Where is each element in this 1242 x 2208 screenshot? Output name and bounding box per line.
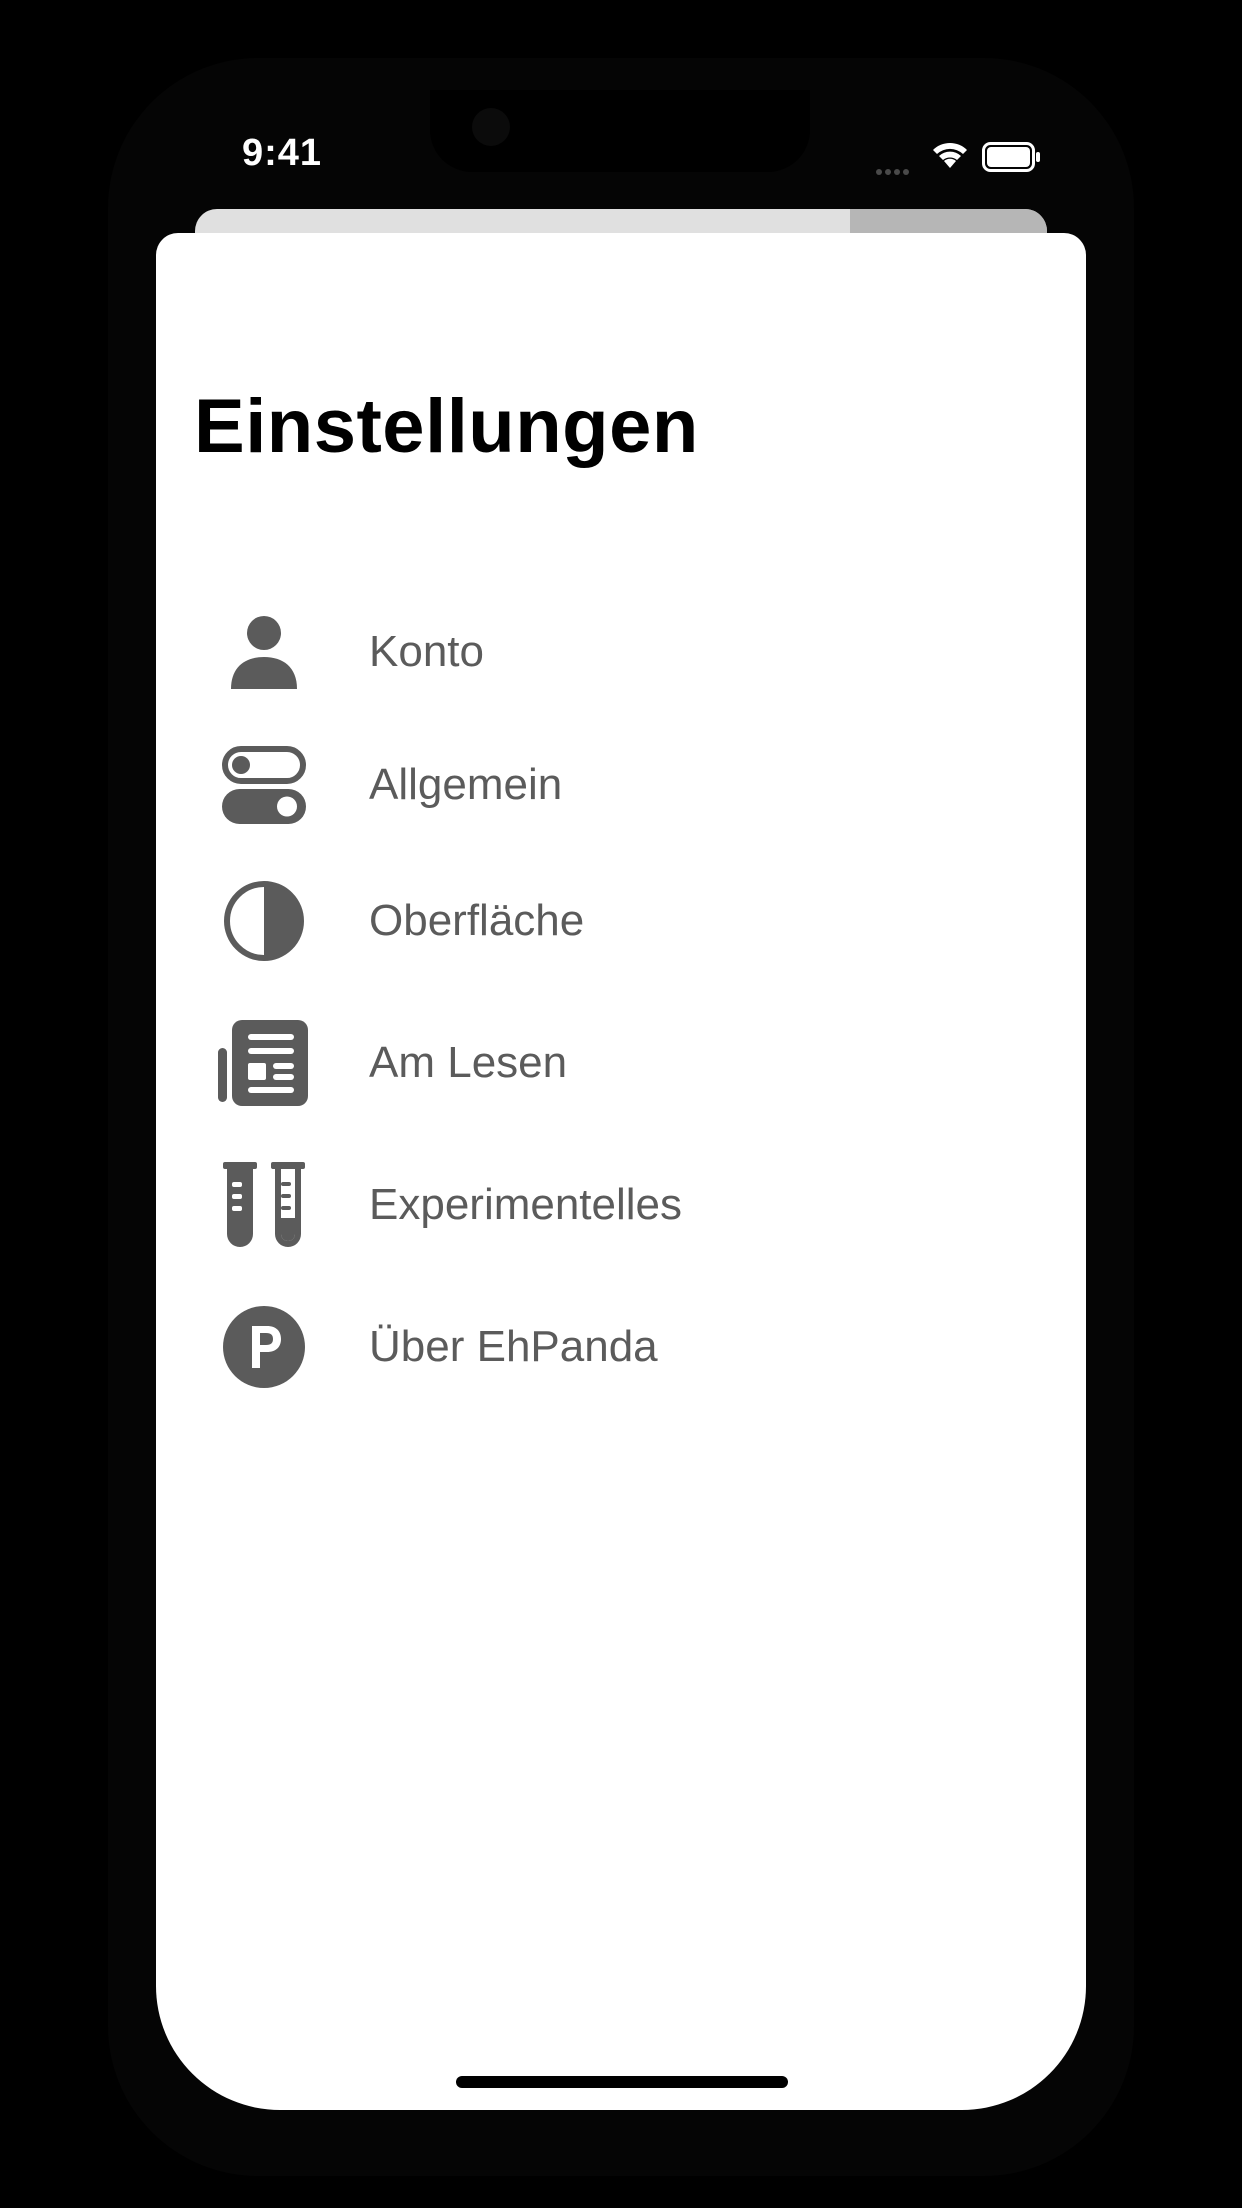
- test-tubes-icon: [216, 1150, 312, 1260]
- half-circle-icon: [216, 866, 312, 976]
- menu-item-konto[interactable]: Konto: [216, 597, 976, 707]
- status-icons: [876, 138, 1046, 178]
- menu-item-label: Über EhPanda: [369, 1322, 658, 1371]
- menu-item-label: Am Lesen: [369, 1038, 568, 1087]
- p-circle-icon: [216, 1292, 312, 1402]
- page-title: Einstellungen: [194, 384, 699, 469]
- wifi-icon: [933, 142, 967, 168]
- menu-item-am-lesen[interactable]: Am Lesen: [216, 1008, 976, 1118]
- camera-icon: [472, 108, 510, 146]
- home-indicator[interactable]: [456, 2076, 788, 2088]
- menu-item-allgemein[interactable]: Allgemein: [216, 730, 976, 840]
- battery-icon: [982, 142, 1040, 172]
- menu-item-label: Experimentelles: [369, 1180, 683, 1229]
- menu-item-label: Allgemein: [369, 760, 563, 809]
- menu-item-label: Konto: [369, 627, 484, 676]
- cellular-signal-icon: [876, 162, 912, 180]
- menu-item-experimentelles[interactable]: Experimentelles: [216, 1150, 976, 1260]
- menu-item-ueber-ehpanda[interactable]: Über EhPanda: [216, 1292, 976, 1402]
- switches-icon: [216, 730, 312, 840]
- person-icon: [216, 597, 312, 707]
- device-notch: [430, 90, 810, 172]
- menu-item-oberflaeche[interactable]: Oberfläche: [216, 866, 976, 976]
- menu-item-label: Oberfläche: [369, 896, 585, 945]
- settings-sheet: Einstellungen Konto Allgemein Oberfläche…: [156, 233, 1086, 2110]
- status-time: 9:41: [242, 132, 323, 174]
- newspaper-icon: [216, 1008, 312, 1118]
